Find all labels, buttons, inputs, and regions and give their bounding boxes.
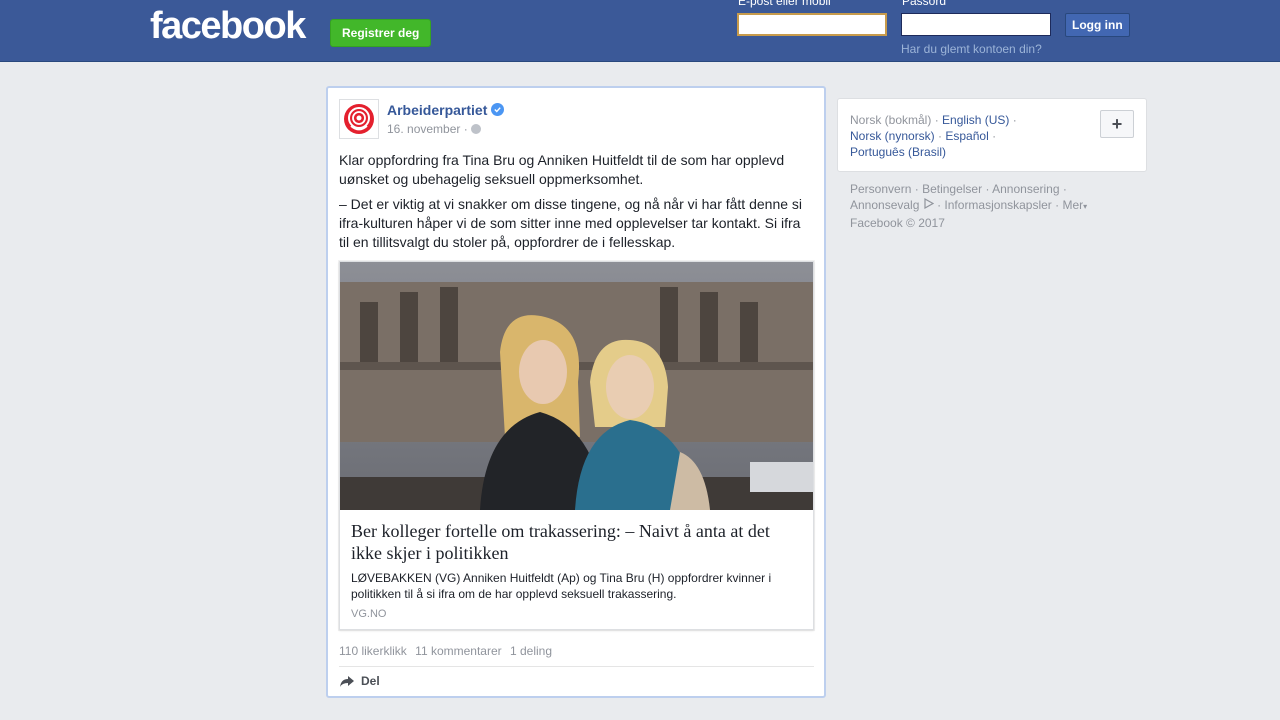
chevron-down-icon: ▾ [1083, 202, 1088, 211]
link-preview-image[interactable] [340, 262, 813, 510]
language-selector: Norsk (bokmål) · English (US) · Norsk (n… [837, 98, 1147, 172]
link-title[interactable]: Ber kolleger fortelle om trakassering: –… [351, 520, 802, 564]
login-button[interactable]: Logg inn [1065, 13, 1130, 37]
email-input[interactable] [737, 13, 887, 36]
shares-count[interactable]: 1 deling [510, 644, 552, 658]
register-button[interactable]: Registrer deg [330, 19, 432, 47]
more-languages-button[interactable]: + [1100, 110, 1134, 138]
footer-link-terms[interactable]: Betingelser [922, 182, 982, 196]
ad-choices-icon [924, 197, 934, 210]
copyright: Facebook © 2017 [850, 216, 945, 230]
share-arrow-icon [340, 675, 354, 687]
forgot-account-link[interactable]: Har du glemt kontoen din? [901, 42, 1042, 56]
footer-link-cookies[interactable]: Informasjonskapsler [944, 198, 1051, 212]
language-spanish[interactable]: Español [945, 129, 988, 143]
globe-icon [471, 124, 481, 134]
page-name-link[interactable]: Arbeiderpartiet [387, 102, 487, 118]
share-button[interactable]: Del [339, 674, 380, 688]
link-domain: VG.NO [351, 608, 387, 620]
footer-link-privacy[interactable]: Personvern [850, 182, 911, 196]
comments-count[interactable]: 11 kommentarer [415, 644, 501, 658]
verified-badge-icon [491, 103, 504, 116]
link-preview[interactable]: Ber kolleger fortelle om trakassering: –… [339, 261, 814, 630]
password-input[interactable] [901, 13, 1051, 36]
footer-link-more[interactable]: Mer [1063, 198, 1084, 212]
facebook-logo[interactable]: facebook [150, 5, 306, 48]
language-list: Norsk (bokmål) · English (US) · Norsk (n… [850, 113, 1017, 159]
link-description: LØVEBAKKEN (VG) Anniken Huitfeldt (Ap) o… [351, 571, 772, 601]
email-label: E-post eller mobil [738, 0, 831, 8]
post-message: Klar oppfordring fra Tina Bru og Anniken… [339, 151, 814, 258]
page-avatar[interactable] [339, 99, 379, 139]
post-stats: 110 likerklikk 11 kommentarer 1 deling [339, 644, 557, 658]
divider [339, 666, 814, 667]
article-photo-icon [340, 262, 813, 510]
current-language: Norsk (bokmål) [850, 113, 932, 127]
footer-link-ad-choices[interactable]: Annonsevalg [850, 198, 919, 212]
post-paragraph: – Det er viktig at vi snakker om disse t… [339, 196, 803, 250]
post-paragraph: Klar oppfordring fra Tina Bru og Anniken… [339, 152, 785, 187]
footer-links: Personvern · Betingelser · Annonsering ·… [850, 182, 1088, 230]
likes-count[interactable]: 110 likerklikk [339, 644, 407, 658]
top-bar: facebook Registrer deg E-post eller mobi… [0, 0, 1280, 62]
footer-link-advertising[interactable]: Annonsering [992, 182, 1059, 196]
language-nynorsk[interactable]: Norsk (nynorsk) [850, 129, 935, 143]
post-date[interactable]: 16. november · [387, 122, 468, 136]
password-label: Passord [902, 0, 947, 8]
language-english[interactable]: English (US) [942, 113, 1009, 127]
rose-logo-icon [344, 104, 374, 134]
share-label: Del [361, 674, 380, 688]
language-portuguese[interactable]: Português (Brasil) [850, 145, 946, 159]
post-card: Arbeiderpartiet 16. november · Klar oppf… [326, 86, 826, 698]
